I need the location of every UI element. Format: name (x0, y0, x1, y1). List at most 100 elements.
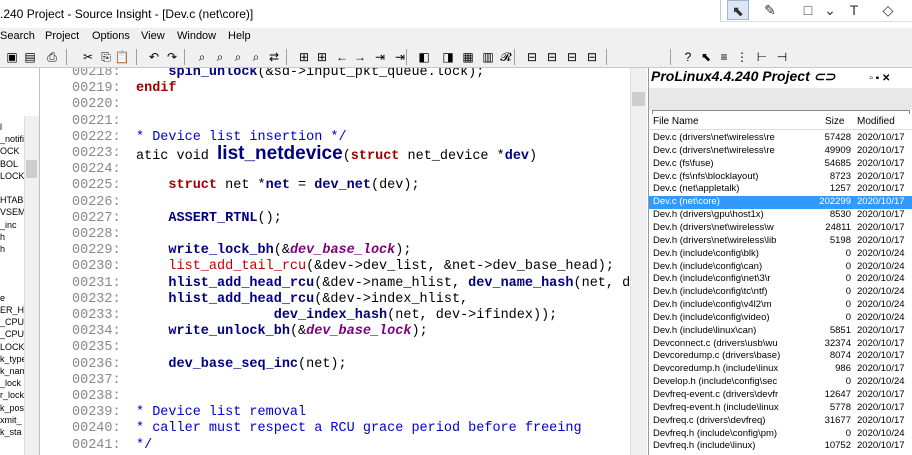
find-icon[interactable]: ⌕ (194, 49, 210, 65)
layout3-icon[interactable]: ⊟ (564, 49, 580, 65)
symbol-item[interactable]: l (0, 122, 2, 132)
file-row[interactable]: Dev.h (include\config\tc\ntf) 0 2020/10/24 (649, 286, 912, 298)
code-line[interactable]: endif (136, 81, 177, 96)
file-row[interactable]: Dev.c (fs\fuse) 54685 2020/10/17 (649, 158, 912, 170)
context-icon[interactable]: ▥ (480, 49, 496, 65)
rectangle-icon[interactable]: □ (797, 0, 819, 20)
cut-icon[interactable]: ✂ (80, 49, 96, 65)
layout2-icon[interactable]: ⊟ (544, 49, 560, 65)
file-row[interactable]: Dev.h (include\config\blk) 0 2020/10/24 (649, 248, 912, 260)
jump-icon[interactable]: ⇥ (372, 49, 388, 65)
code-line[interactable]: hlist_add_head_rcu(&dev->name_hlist, dev… (136, 276, 630, 291)
symbol-item[interactable]: LOCK (0, 171, 25, 181)
replace-icon[interactable]: ⇄ (266, 49, 282, 65)
code-line[interactable]: write_lock_bh(&dev_base_lock); (136, 243, 411, 258)
symbol-item[interactable]: _notifi (0, 134, 24, 144)
search-files-icon[interactable]: ⌕ (248, 49, 264, 65)
code-line[interactable]: dev_base_seq_inc(net); (136, 357, 346, 372)
find-next-icon[interactable]: ⌕ (212, 49, 228, 65)
symbol-item[interactable]: _inc (0, 220, 17, 230)
file-row[interactable]: Devfreq.h (include\config\pm) 0 2020/10/24 (649, 428, 912, 440)
file-row[interactable]: Dev.h (drivers\net\wireless\lib 5198 2020/… (649, 235, 912, 247)
save-icon[interactable]: ▣ (4, 49, 20, 65)
code-line[interactable]: dev_index_hash(net, dev->ifindex)); (136, 308, 558, 323)
file-row[interactable]: Devfreq-event.h (include\linux 5778 2020/1… (649, 402, 912, 414)
symbol-item[interactable]: k_sta (0, 427, 22, 437)
file-row[interactable]: Devfreq-event.c (drivers\devfr 12647 2020/… (649, 389, 912, 401)
menu-help[interactable]: Help (228, 30, 251, 42)
find-prev-icon[interactable]: ⌕ (230, 49, 246, 65)
editor-scrollbar[interactable] (630, 68, 647, 455)
menu-project[interactable]: Project (45, 30, 79, 42)
column-file-name[interactable]: File Name (653, 116, 699, 127)
symbol-item[interactable]: e (0, 293, 5, 303)
file-row[interactable]: Dev.c (net\core) 202299 2020/10/17 (649, 196, 912, 209)
symbol-window-scroll-thumb[interactable] (26, 160, 37, 178)
paste-icon[interactable]: 📋 (114, 49, 130, 65)
file-row[interactable]: Devcoredump.c (drivers\base) 8074 2020/10/… (649, 350, 912, 362)
redo-icon[interactable]: ↷ (164, 49, 180, 65)
project-pin-icon[interactable]: ▫ ▪ ✕ (869, 73, 890, 84)
copy-icon[interactable]: ⎘ (98, 49, 114, 65)
editor-scroll-thumb[interactable] (632, 92, 645, 106)
symbol-item[interactable]: _lock (0, 378, 21, 388)
code-line[interactable]: spin_unlock(&sd->input_pkt_queue.lock); (136, 68, 484, 80)
bookmark-next-icon[interactable]: ⊞ (314, 49, 330, 65)
file-row[interactable]: Dev.h (include\linux\can) 5851 2020/10/17 (649, 325, 912, 337)
symbol-item[interactable]: h (0, 244, 5, 254)
symbol-item[interactable]: ER_HI (0, 305, 27, 315)
symbol-item[interactable]: HTABI (0, 195, 26, 205)
code-line[interactable]: hlist_add_head_rcu(&dev->index_hlist, (136, 292, 468, 307)
file-row[interactable]: Dev.c (net\appletalk) 1257 2020/10/17 (649, 183, 912, 195)
file-row[interactable]: Dev.c (fs\nfs\blocklayout) 8723 2020/10/17 (649, 171, 912, 183)
symbol-item[interactable]: VSEM (0, 207, 26, 217)
file-row[interactable]: Dev.c (drivers\net\wireless\re 57428 2020/… (649, 132, 912, 144)
print-icon[interactable]: ⎙ (44, 49, 60, 65)
help-icon[interactable]: ? (680, 49, 696, 65)
code-line[interactable]: ASSERT_RTNL(); (136, 211, 281, 226)
symbol-item[interactable]: LOCK (0, 342, 25, 352)
file-row[interactable]: Dev.h (drivers\gpu\host1x) 8530 2020/10/17 (649, 209, 912, 221)
undo-icon[interactable]: ↶ (146, 49, 162, 65)
browse-icon[interactable]: ◧ (416, 49, 432, 65)
column-size[interactable]: Size (825, 116, 844, 127)
file-row[interactable]: Dev.c (drivers\net\wireless\re 49909 2020/… (649, 145, 912, 157)
code-line[interactable]: write_unlock_bh(&dev_base_lock); (136, 324, 427, 339)
menu-view[interactable]: View (141, 30, 165, 42)
menu-options[interactable]: Options (92, 30, 130, 42)
back-icon[interactable]: ← (334, 49, 350, 65)
menu-search[interactable]: Search (0, 30, 35, 42)
symbol-icon[interactable]: ▦ (460, 49, 476, 65)
symbol-item[interactable]: _CPU (0, 329, 24, 339)
list-icon[interactable]: ≡ (716, 49, 732, 65)
bookmark-icon[interactable]: ⊞ (296, 49, 312, 65)
forward-icon[interactable]: → (352, 49, 368, 65)
file-row[interactable]: Dev.h (include\config\net\3\r 0 2020/10/24 (649, 273, 912, 285)
whats-this-icon[interactable]: ⬉ (698, 49, 714, 65)
file-row[interactable]: Devfreq.h (include\linux) 10752 2020/10/17 (649, 440, 912, 452)
split-icon[interactable]: ⊢ (754, 49, 770, 65)
code-editor[interactable]: 00218: spin_unlock(&sd->input_pkt_queue.… (40, 68, 630, 455)
code-line[interactable]: * caller must respect a RCU grace period… (136, 421, 582, 436)
code-line[interactable]: * Device list removal (136, 405, 306, 420)
symbol-item[interactable]: k_pos (0, 403, 24, 413)
relation-icon[interactable]: ◨ (440, 49, 456, 65)
eraser-icon[interactable]: ◇ (877, 0, 899, 20)
symbol-item[interactable]: k_nam (0, 366, 27, 376)
file-row[interactable]: Develop.h (include\config\sec 0 2020/10/24 (649, 376, 912, 388)
column-modified[interactable]: Modified (857, 116, 895, 127)
symbol-item[interactable]: OCK (0, 146, 20, 156)
sync-icon[interactable]: 𝓡 (498, 49, 514, 65)
code-line[interactable]: atic void list_netdevice(struct net_devi… (136, 143, 537, 165)
dropdown-icon[interactable]: ⌄ (819, 0, 841, 20)
tree-icon[interactable]: ⋮ (734, 49, 750, 65)
pointer-icon[interactable]: ⬉ (727, 0, 749, 20)
code-line[interactable]: struct net *net = dev_net(dev); (136, 178, 419, 193)
file-row[interactable]: Dev.h (include\config\video) 0 2020/10/24 (649, 312, 912, 324)
file-row[interactable]: Devfreq.c (drivers\devfreq) 31677 2020/10/… (649, 415, 912, 427)
symbol-item[interactable]: r_lock (0, 390, 24, 400)
layout1-icon[interactable]: ⊟ (524, 49, 540, 65)
symbol-item[interactable]: xmit_ (0, 415, 22, 425)
symbol-item[interactable]: k_type (0, 354, 27, 364)
code-line[interactable]: */ (136, 438, 152, 453)
